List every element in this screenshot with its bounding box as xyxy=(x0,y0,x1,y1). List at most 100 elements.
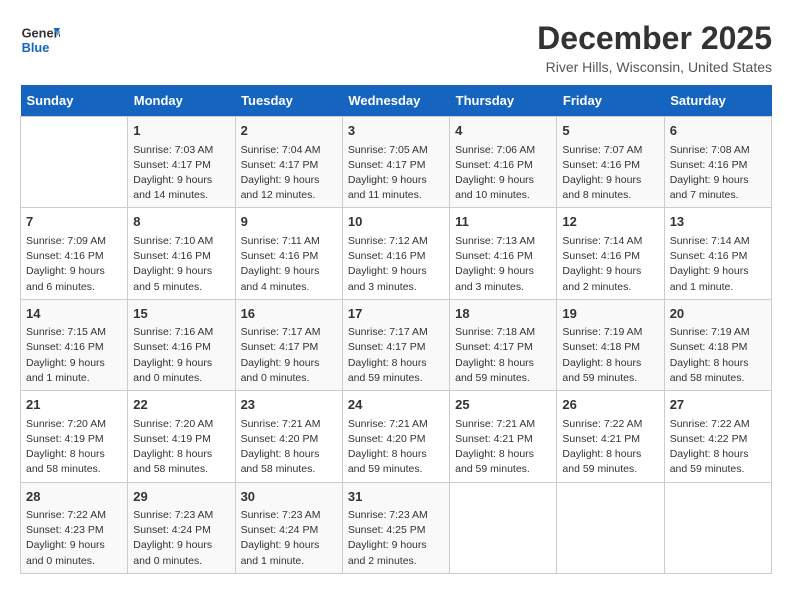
day-number: 25 xyxy=(455,395,551,415)
day-info: Sunrise: 7:18 AMSunset: 4:17 PMDaylight:… xyxy=(455,325,551,386)
calendar-cell xyxy=(21,117,128,208)
day-info: Sunrise: 7:13 AMSunset: 4:16 PMDaylight:… xyxy=(455,234,551,295)
calendar-cell: 14Sunrise: 7:15 AMSunset: 4:16 PMDayligh… xyxy=(21,299,128,390)
day-number: 21 xyxy=(26,395,122,415)
calendar-cell: 27Sunrise: 7:22 AMSunset: 4:22 PMDayligh… xyxy=(664,391,771,482)
header-sunday: Sunday xyxy=(21,85,128,117)
day-number: 28 xyxy=(26,487,122,507)
day-info: Sunrise: 7:12 AMSunset: 4:16 PMDaylight:… xyxy=(348,234,444,295)
day-number: 15 xyxy=(133,304,229,324)
calendar-cell: 11Sunrise: 7:13 AMSunset: 4:16 PMDayligh… xyxy=(450,208,557,299)
calendar-cell: 31Sunrise: 7:23 AMSunset: 4:25 PMDayligh… xyxy=(342,482,449,573)
day-number: 27 xyxy=(670,395,766,415)
day-number: 2 xyxy=(241,121,337,141)
calendar-cell: 25Sunrise: 7:21 AMSunset: 4:21 PMDayligh… xyxy=(450,391,557,482)
header-tuesday: Tuesday xyxy=(235,85,342,117)
day-info: Sunrise: 7:20 AMSunset: 4:19 PMDaylight:… xyxy=(133,417,229,478)
calendar-cell: 10Sunrise: 7:12 AMSunset: 4:16 PMDayligh… xyxy=(342,208,449,299)
calendar-cell: 20Sunrise: 7:19 AMSunset: 4:18 PMDayligh… xyxy=(664,299,771,390)
day-number: 29 xyxy=(133,487,229,507)
day-info: Sunrise: 7:07 AMSunset: 4:16 PMDaylight:… xyxy=(562,143,658,204)
day-number: 23 xyxy=(241,395,337,415)
calendar-cell: 24Sunrise: 7:21 AMSunset: 4:20 PMDayligh… xyxy=(342,391,449,482)
day-number: 1 xyxy=(133,121,229,141)
calendar-cell: 29Sunrise: 7:23 AMSunset: 4:24 PMDayligh… xyxy=(128,482,235,573)
calendar-cell: 16Sunrise: 7:17 AMSunset: 4:17 PMDayligh… xyxy=(235,299,342,390)
day-info: Sunrise: 7:04 AMSunset: 4:17 PMDaylight:… xyxy=(241,143,337,204)
day-number: 26 xyxy=(562,395,658,415)
day-number: 24 xyxy=(348,395,444,415)
week-row-3: 14Sunrise: 7:15 AMSunset: 4:16 PMDayligh… xyxy=(21,299,772,390)
day-number: 22 xyxy=(133,395,229,415)
calendar-cell: 28Sunrise: 7:22 AMSunset: 4:23 PMDayligh… xyxy=(21,482,128,573)
svg-text:General: General xyxy=(22,26,60,41)
header-wednesday: Wednesday xyxy=(342,85,449,117)
day-info: Sunrise: 7:06 AMSunset: 4:16 PMDaylight:… xyxy=(455,143,551,204)
page-header: General Blue December 2025 River Hills, … xyxy=(20,20,772,75)
week-row-1: 1Sunrise: 7:03 AMSunset: 4:17 PMDaylight… xyxy=(21,117,772,208)
calendar-cell: 21Sunrise: 7:20 AMSunset: 4:19 PMDayligh… xyxy=(21,391,128,482)
day-info: Sunrise: 7:11 AMSunset: 4:16 PMDaylight:… xyxy=(241,234,337,295)
day-number: 3 xyxy=(348,121,444,141)
calendar-cell xyxy=(664,482,771,573)
day-info: Sunrise: 7:15 AMSunset: 4:16 PMDaylight:… xyxy=(26,325,122,386)
day-info: Sunrise: 7:22 AMSunset: 4:21 PMDaylight:… xyxy=(562,417,658,478)
day-info: Sunrise: 7:14 AMSunset: 4:16 PMDaylight:… xyxy=(562,234,658,295)
day-info: Sunrise: 7:22 AMSunset: 4:22 PMDaylight:… xyxy=(670,417,766,478)
day-number: 8 xyxy=(133,212,229,232)
day-number: 12 xyxy=(562,212,658,232)
day-number: 19 xyxy=(562,304,658,324)
calendar-cell: 15Sunrise: 7:16 AMSunset: 4:16 PMDayligh… xyxy=(128,299,235,390)
location: River Hills, Wisconsin, United States xyxy=(537,59,772,75)
day-number: 10 xyxy=(348,212,444,232)
calendar-cell: 17Sunrise: 7:17 AMSunset: 4:17 PMDayligh… xyxy=(342,299,449,390)
day-info: Sunrise: 7:05 AMSunset: 4:17 PMDaylight:… xyxy=(348,143,444,204)
day-info: Sunrise: 7:19 AMSunset: 4:18 PMDaylight:… xyxy=(562,325,658,386)
day-info: Sunrise: 7:23 AMSunset: 4:25 PMDaylight:… xyxy=(348,508,444,569)
day-info: Sunrise: 7:21 AMSunset: 4:20 PMDaylight:… xyxy=(241,417,337,478)
day-info: Sunrise: 7:23 AMSunset: 4:24 PMDaylight:… xyxy=(241,508,337,569)
header-monday: Monday xyxy=(128,85,235,117)
week-row-2: 7Sunrise: 7:09 AMSunset: 4:16 PMDaylight… xyxy=(21,208,772,299)
calendar-cell xyxy=(450,482,557,573)
calendar-cell: 12Sunrise: 7:14 AMSunset: 4:16 PMDayligh… xyxy=(557,208,664,299)
day-info: Sunrise: 7:08 AMSunset: 4:16 PMDaylight:… xyxy=(670,143,766,204)
day-number: 18 xyxy=(455,304,551,324)
day-number: 7 xyxy=(26,212,122,232)
calendar-table: SundayMondayTuesdayWednesdayThursdayFrid… xyxy=(20,85,772,574)
day-info: Sunrise: 7:03 AMSunset: 4:17 PMDaylight:… xyxy=(133,143,229,204)
day-number: 5 xyxy=(562,121,658,141)
month-title: December 2025 xyxy=(537,20,772,57)
calendar-cell: 7Sunrise: 7:09 AMSunset: 4:16 PMDaylight… xyxy=(21,208,128,299)
day-number: 4 xyxy=(455,121,551,141)
calendar-cell: 19Sunrise: 7:19 AMSunset: 4:18 PMDayligh… xyxy=(557,299,664,390)
header-thursday: Thursday xyxy=(450,85,557,117)
day-number: 9 xyxy=(241,212,337,232)
calendar-cell: 22Sunrise: 7:20 AMSunset: 4:19 PMDayligh… xyxy=(128,391,235,482)
calendar-cell: 1Sunrise: 7:03 AMSunset: 4:17 PMDaylight… xyxy=(128,117,235,208)
day-number: 17 xyxy=(348,304,444,324)
logo: General Blue xyxy=(20,20,64,60)
calendar-header-row: SundayMondayTuesdayWednesdayThursdayFrid… xyxy=(21,85,772,117)
calendar-cell: 6Sunrise: 7:08 AMSunset: 4:16 PMDaylight… xyxy=(664,117,771,208)
day-info: Sunrise: 7:14 AMSunset: 4:16 PMDaylight:… xyxy=(670,234,766,295)
calendar-cell: 2Sunrise: 7:04 AMSunset: 4:17 PMDaylight… xyxy=(235,117,342,208)
calendar-cell: 26Sunrise: 7:22 AMSunset: 4:21 PMDayligh… xyxy=(557,391,664,482)
day-number: 14 xyxy=(26,304,122,324)
header-saturday: Saturday xyxy=(664,85,771,117)
week-row-5: 28Sunrise: 7:22 AMSunset: 4:23 PMDayligh… xyxy=(21,482,772,573)
day-number: 13 xyxy=(670,212,766,232)
day-number: 20 xyxy=(670,304,766,324)
day-info: Sunrise: 7:21 AMSunset: 4:21 PMDaylight:… xyxy=(455,417,551,478)
header-friday: Friday xyxy=(557,85,664,117)
calendar-cell: 18Sunrise: 7:18 AMSunset: 4:17 PMDayligh… xyxy=(450,299,557,390)
day-number: 31 xyxy=(348,487,444,507)
day-number: 30 xyxy=(241,487,337,507)
week-row-4: 21Sunrise: 7:20 AMSunset: 4:19 PMDayligh… xyxy=(21,391,772,482)
day-info: Sunrise: 7:16 AMSunset: 4:16 PMDaylight:… xyxy=(133,325,229,386)
calendar-cell: 9Sunrise: 7:11 AMSunset: 4:16 PMDaylight… xyxy=(235,208,342,299)
svg-text:Blue: Blue xyxy=(22,40,50,55)
day-info: Sunrise: 7:10 AMSunset: 4:16 PMDaylight:… xyxy=(133,234,229,295)
calendar-cell xyxy=(557,482,664,573)
day-info: Sunrise: 7:20 AMSunset: 4:19 PMDaylight:… xyxy=(26,417,122,478)
